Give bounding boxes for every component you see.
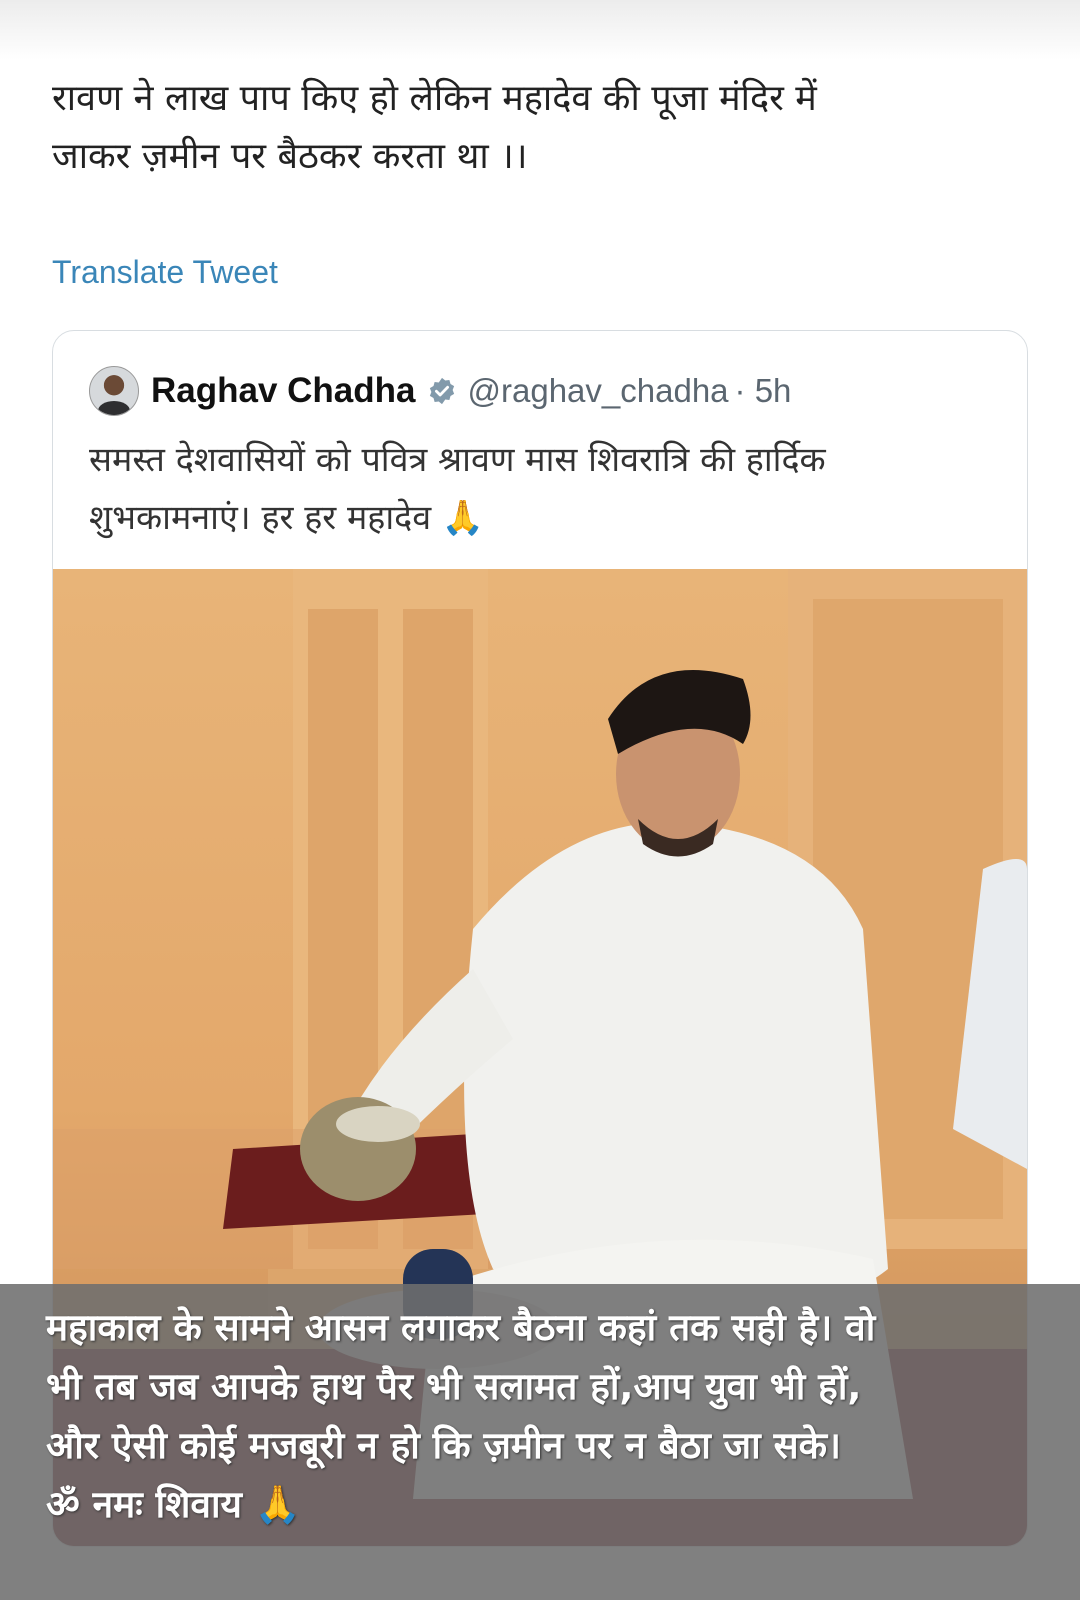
author-handle[interactable]: @raghav_chadha	[468, 372, 729, 410]
caption-line: महाकाल के सामने आसन लगाकर बैठना कहां तक …	[46, 1306, 876, 1349]
verified-badge-icon	[426, 375, 458, 407]
tweet-timestamp: · 5h	[734, 372, 792, 409]
top-fade	[0, 0, 1080, 60]
author-name[interactable]: Raghav Chadha	[151, 371, 416, 411]
quoted-text-line: समस्त देशवासियों को पवित्र श्रावण मास शि…	[89, 440, 826, 480]
caption-line: ॐ नमः शिवाय 🙏	[46, 1483, 301, 1526]
quoted-tweet-text: समस्त देशवासियों को पवित्र श्रावण मास शि…	[89, 431, 989, 547]
caption-line: और ऐसी कोई मजबूरी न हो कि ज़मीन पर न बैठ…	[46, 1424, 842, 1467]
quoted-text-line: शुभकामनाएं। हर हर महादेव 🙏	[89, 498, 485, 538]
quoted-tweet-header: Raghav Chadha @raghav_chadha · 5h	[89, 363, 791, 419]
post-text: रावण ने लाख पाप किए हो लेकिन महादेव की प…	[52, 70, 1012, 186]
caption-line: भी तब जब आपके हाथ पैर भी सलामत हों,आप यु…	[46, 1365, 862, 1408]
avatar[interactable]	[89, 366, 139, 416]
translate-tweet-link[interactable]: Translate Tweet	[52, 254, 278, 291]
overlay-caption-text: महाकाल के सामने आसन लगाकर बैठना कहां तक …	[46, 1298, 1056, 1534]
post-text-line: जाकर ज़मीन पर बैठकर करता था ।।	[52, 136, 528, 177]
post-text-line: रावण ने लाख पाप किए हो लेकिन महादेव की प…	[52, 78, 817, 119]
